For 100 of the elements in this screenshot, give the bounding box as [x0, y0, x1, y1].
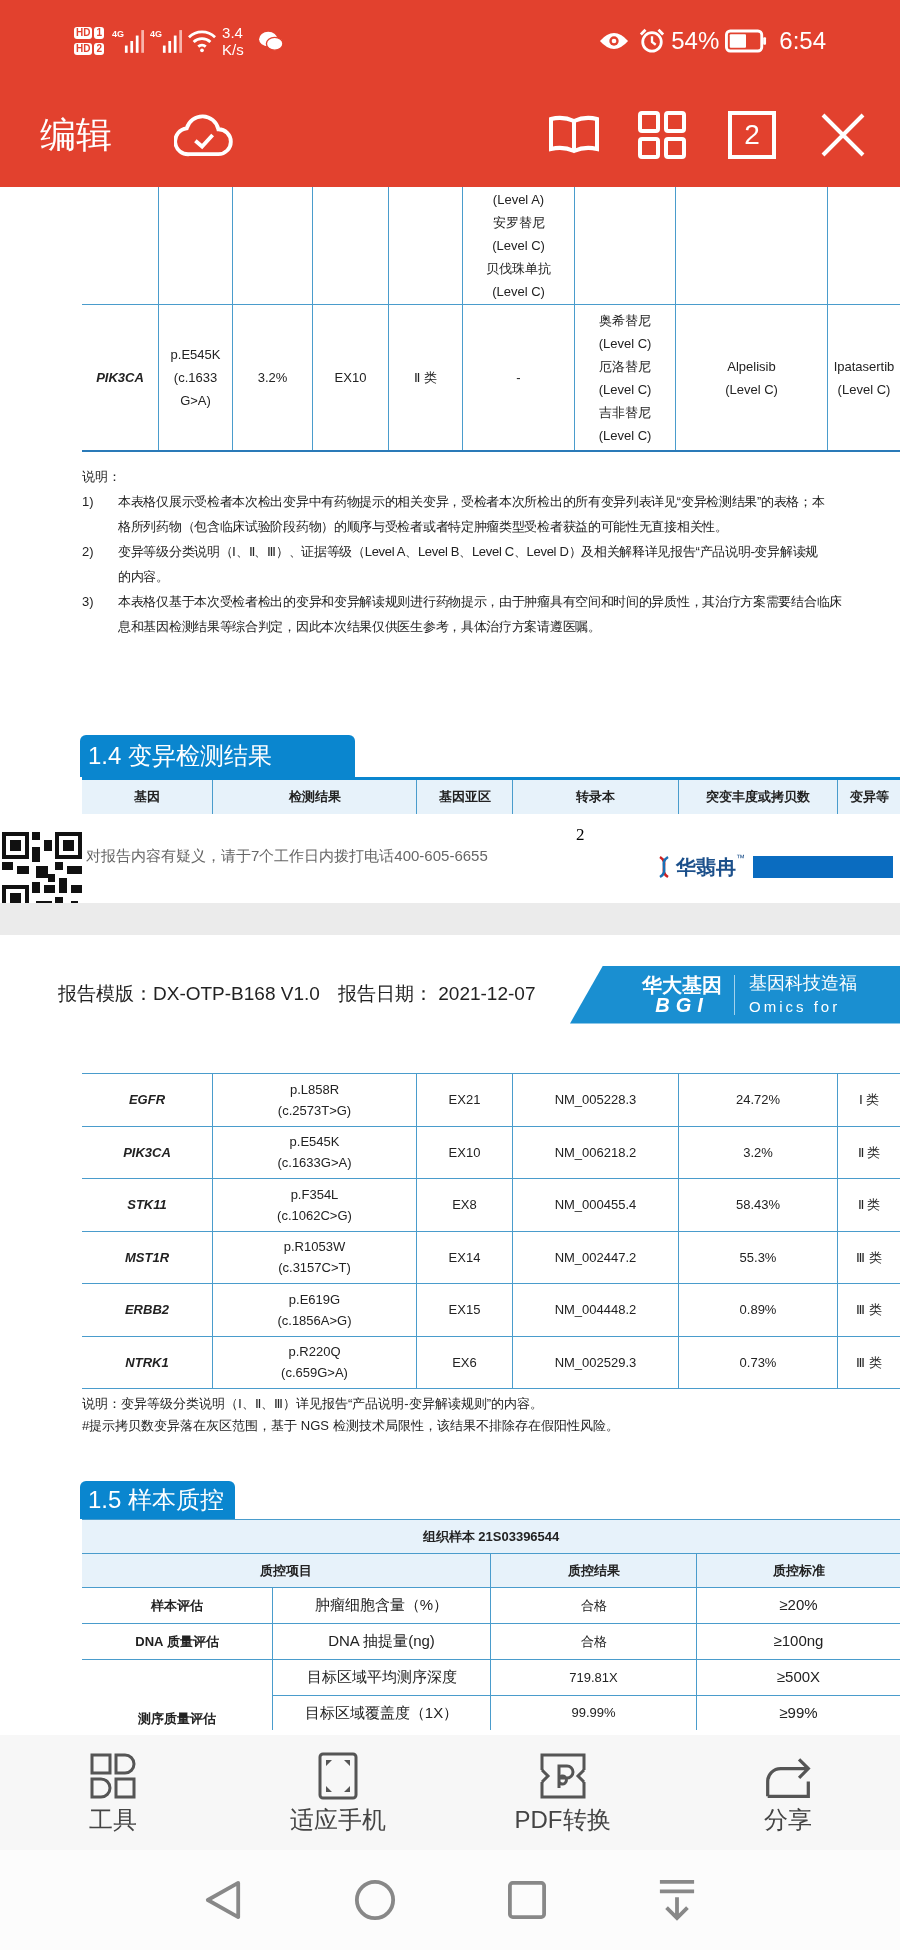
table-cell: p.E619G (c.1856A>G) [213, 1284, 417, 1336]
table-cell-text: Ⅱ 类 [856, 1143, 882, 1162]
table-cell-text: Ⅲ 类 [855, 1353, 883, 1372]
table-cell: EX14 [417, 1231, 513, 1283]
sim-label: HD [74, 43, 93, 55]
notes-title: 说明： [82, 468, 122, 486]
table-cell: PIK3CA [82, 1126, 213, 1178]
battery-percent: 54% [671, 26, 720, 56]
table-cell: 0.73% [679, 1336, 838, 1388]
toolbar-button[interactable]: 分享 [675, 1751, 900, 1834]
wifi-icon [188, 29, 217, 53]
table-cell: STK11 [82, 1179, 213, 1231]
table-cell: NM_006218.2 [513, 1126, 679, 1178]
table-cell: 合格 [491, 1588, 697, 1623]
signal-icon [162, 29, 183, 53]
table-cell: p.R220Q (c.659G>A) [213, 1336, 417, 1388]
column-header: 基因 [82, 780, 213, 814]
column-header: 变异等 [848, 788, 890, 807]
brand-name: 华大基因 [642, 974, 722, 995]
company-logo: 华翡冉 [676, 855, 736, 880]
chat-icon [257, 30, 284, 52]
table-cell: EX15 [417, 1284, 513, 1336]
table-cell: - [463, 305, 575, 450]
note-text: 本表格仅基于本次受检者检出的变异和变异解读规则进行药物提示，由于肿瘤具有空间和时间的异质性，其治疗方案需要结合临床 息和基因检测结果等综合判定，因此本次结果仅供医生参考，具体治疗方案请遵医嘱。 [118, 593, 842, 636]
sim-slot: 1 [94, 27, 104, 39]
section-title: 1.5 样本质控 [80, 1481, 235, 1519]
table-cell: PIK3CA [82, 305, 159, 450]
home-icon[interactable] [354, 1879, 396, 1921]
table-cell: 719.81X [491, 1660, 697, 1695]
book-icon[interactable] [548, 114, 600, 155]
download-icon[interactable] [658, 1879, 696, 1921]
grid-icon[interactable] [638, 110, 686, 159]
table-cell-text: Ⅲ 类 [855, 1248, 883, 1267]
column-header: 质控项目 [82, 1554, 491, 1587]
column-header: 转录本 [513, 780, 679, 814]
table-cell: NM_000455.4 [513, 1179, 679, 1231]
table-cell: ERBB2 [82, 1284, 213, 1336]
eye-icon [599, 30, 630, 52]
table-cell-text: Ipatasertib (Level C) [832, 357, 896, 399]
footer-contact: 对报告内容有疑义，请于7个工作日内拨打电话400-605-6655 [86, 846, 489, 866]
table-cell: 0.89% [679, 1284, 838, 1336]
table-cell: p.F354L (c.1062C>G) [213, 1179, 417, 1231]
table-cell: p.E545K (c.1633G>A) [213, 1126, 417, 1178]
table-cell: 目标区域平均测序深度 [273, 1660, 491, 1695]
sim-slot: 2 [94, 43, 104, 55]
table-cell: EX8 [417, 1179, 513, 1231]
toolbar-button[interactable]: 适应手机 [225, 1751, 450, 1834]
table-cell: 24.72% [679, 1074, 838, 1126]
network-speed: 3.4 [222, 24, 244, 41]
table-cell-text: ≥100ng [772, 1631, 825, 1652]
note-text: 说明：变异等级分类说明（Ⅰ、Ⅱ、Ⅲ）详见报告“产品说明-变异解读规则”的内容。 [82, 1395, 544, 1413]
note-number: 3) [82, 593, 95, 611]
table-cell: p.L858R (c.2573T>G) [213, 1074, 417, 1126]
tools-icon [88, 1751, 137, 1800]
report-date: 报告日期： 2021-12-07 [338, 982, 537, 1007]
network-label: 4G [112, 29, 125, 39]
note-text: 本表格仅展示受检者本次检出变异中有药物提示的相关变异，受检者本次所检出的所有变异列表详见“变异检测结果”的表格；本 格所列药物（包含临床试验阶段药物）的顺序与受检者或者特定肿瘤类型受检者获益的可能性无直接相关性。 [118, 493, 825, 536]
table-cell: Alpelisib (Level C) [676, 305, 828, 450]
page-number: 2 [576, 824, 586, 846]
brand-logo: BGI [655, 994, 709, 1015]
table-cell: Ⅱ 类 [389, 305, 463, 450]
table-cell: 55.3% [679, 1231, 838, 1283]
table-cell-text: Ⅱ 类 [856, 1196, 882, 1215]
page-count-button[interactable]: 2 [728, 110, 776, 159]
toolbar-button[interactable]: PDF转换 [450, 1751, 675, 1834]
table-cell: DNA 抽提量(ng) [273, 1624, 491, 1659]
table-cell: EGFR [82, 1074, 213, 1126]
table-cell: p.E545K (c.1633 G>A) [159, 305, 233, 450]
table-cell: NM_004448.2 [513, 1284, 679, 1336]
brand-slogan: 基因科技造福 [749, 971, 857, 995]
table-cell: NM_005228.3 [513, 1074, 679, 1126]
table-cell: 3.2% [233, 305, 313, 450]
column-header: 质控结果 [491, 1554, 697, 1587]
clock-time: 6:54 [779, 26, 826, 56]
table-cell: 合格 [491, 1624, 697, 1659]
cloud-check-icon[interactable] [174, 111, 234, 158]
table-cell: EX10 [417, 1126, 513, 1178]
back-icon[interactable] [204, 1879, 242, 1921]
column-header: 检测结果 [213, 780, 417, 814]
row-header: 测序质量评估 [82, 1660, 273, 1730]
note-text: 变异等级分类说明（Ⅰ、Ⅱ、Ⅲ）、证据等级（Level A、Level B、Level C、Level D）及相关解释详见报告“产品说明-变异解读规 的内容。 [118, 543, 818, 586]
table-cell: 3.2% [679, 1126, 838, 1178]
table-cell-text: ≥99% [778, 1702, 819, 1723]
close-icon[interactable] [820, 111, 866, 158]
table-title: 组织样本 21S03396544 [82, 1519, 900, 1553]
note-number: 1) [82, 493, 95, 511]
column-header: 质控标准 [771, 1561, 826, 1580]
table-cell: MST1R [82, 1231, 213, 1283]
table-cell-text: Ⅲ 类 [855, 1301, 883, 1320]
edit-button[interactable]: 编辑 [40, 107, 112, 162]
network-label: 4G [150, 29, 163, 39]
row-header: 样本评估 [82, 1588, 273, 1623]
table-cell: NTRK1 [82, 1336, 213, 1388]
toolbar-button[interactable]: 工具 [0, 1751, 225, 1834]
recent-apps-icon[interactable] [508, 1881, 546, 1919]
section-title: 1.4 变异检测结果 [80, 735, 355, 777]
table-cell-text: Ⅰ 类 [857, 1091, 881, 1110]
table-cell: EX6 [417, 1336, 513, 1388]
network-speed-unit: K/s [222, 41, 244, 58]
table-cell: EX21 [417, 1074, 513, 1126]
